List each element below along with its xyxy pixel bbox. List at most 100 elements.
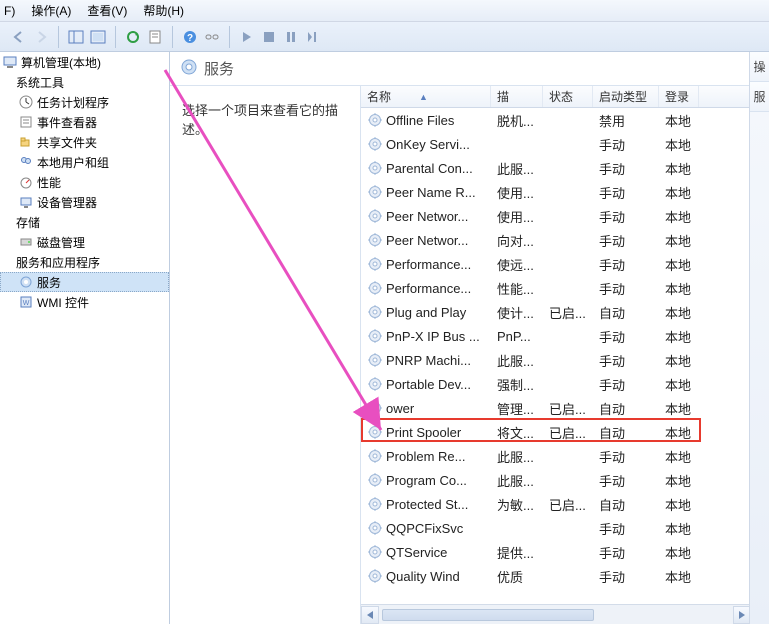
service-row[interactable]: Peer Networ...向对...手动本地 <box>361 228 769 252</box>
service-row[interactable]: PnP-X IP Bus ...PnP...手动本地 <box>361 324 769 348</box>
horizontal-scrollbar[interactable] <box>361 604 751 624</box>
menu-help[interactable]: 帮助(H) <box>143 2 184 19</box>
tree-item[interactable]: 服务 <box>0 272 169 292</box>
stop-button[interactable] <box>259 27 279 47</box>
service-icon <box>367 136 383 152</box>
services-list[interactable]: 名称▲ 描 状态 启动类型 登录 Offline Files脱机...禁用本地O… <box>360 86 769 624</box>
action-tab[interactable]: 操 <box>750 52 769 82</box>
export-button[interactable] <box>88 27 108 47</box>
menu-file[interactable]: F) <box>4 4 15 18</box>
services-tab[interactable]: 服 <box>750 82 769 112</box>
action-pane: 操 服 <box>749 52 769 624</box>
gear-icon <box>18 274 34 290</box>
service-start: 手动 <box>593 159 659 178</box>
restart-button[interactable] <box>303 27 323 47</box>
service-logon: 本地 <box>659 159 699 178</box>
service-row[interactable]: ower管理...已启...自动本地 <box>361 396 769 420</box>
navigation-tree[interactable]: 算机管理(本地) 系统工具任务计划程序事件查看器共享文件夹本地用户和组性能设备管… <box>0 52 170 624</box>
service-desc: 使计... <box>491 303 543 322</box>
play-button[interactable] <box>237 27 257 47</box>
service-row[interactable]: Portable Dev...强制...手动本地 <box>361 372 769 396</box>
service-icon <box>367 448 383 464</box>
show-hide-tree-button[interactable] <box>66 27 86 47</box>
service-name: Peer Networ... <box>386 209 468 224</box>
column-status[interactable]: 状态 <box>543 86 593 107</box>
service-start: 手动 <box>593 183 659 202</box>
service-logon: 本地 <box>659 423 699 442</box>
perf-icon <box>18 174 34 190</box>
tree-item[interactable]: 性能 <box>0 172 169 192</box>
service-name: Print Spooler <box>386 425 461 440</box>
service-icon <box>367 352 383 368</box>
service-row[interactable]: Parental Con...此服...手动本地 <box>361 156 769 180</box>
menu-action[interactable]: 操作(A) <box>31 2 71 19</box>
tree-group[interactable]: 服务和应用程序 <box>0 252 169 272</box>
forward-button[interactable] <box>31 27 51 47</box>
refresh-button[interactable] <box>123 27 143 47</box>
device-icon <box>18 194 34 210</box>
tree-item[interactable]: 本地用户和组 <box>0 152 169 172</box>
service-row[interactable]: Problem Re...此服...手动本地 <box>361 444 769 468</box>
service-start: 手动 <box>593 543 659 562</box>
column-headers[interactable]: 名称▲ 描 状态 启动类型 登录 <box>361 86 769 108</box>
service-row[interactable]: Offline Files脱机...禁用本地 <box>361 108 769 132</box>
tree-item-label: 事件查看器 <box>37 114 97 131</box>
service-logon: 本地 <box>659 447 699 466</box>
column-startup-type[interactable]: 启动类型 <box>593 86 659 107</box>
tree-group[interactable]: 存储 <box>0 212 169 232</box>
tree-item[interactable]: 磁盘管理 <box>0 232 169 252</box>
tree-item[interactable]: 设备管理器 <box>0 192 169 212</box>
service-row[interactable]: Quality Wind优质手动本地 <box>361 564 769 588</box>
share-icon <box>18 134 34 150</box>
service-start: 手动 <box>593 231 659 250</box>
service-name: PnP-X IP Bus ... <box>386 329 480 344</box>
tree-root[interactable]: 算机管理(本地) <box>0 52 169 72</box>
service-row[interactable]: Plug and Play使计...已启...自动本地 <box>361 300 769 324</box>
service-icon <box>367 304 383 320</box>
service-row[interactable]: OnKey Servi...手动本地 <box>361 132 769 156</box>
tree-group-label: 存储 <box>16 214 40 231</box>
tree-item[interactable]: WWMI 控件 <box>0 292 169 312</box>
scroll-thumb-h[interactable] <box>382 609 594 621</box>
tree-item[interactable]: 共享文件夹 <box>0 132 169 152</box>
service-row[interactable]: Program Co...此服...手动本地 <box>361 468 769 492</box>
service-logon: 本地 <box>659 375 699 394</box>
service-desc: 提供... <box>491 543 543 562</box>
service-icon <box>367 400 383 416</box>
service-logon: 本地 <box>659 327 699 346</box>
service-row[interactable]: Print Spooler将文...已启...自动本地 <box>361 420 769 444</box>
service-row[interactable]: PNRP Machi...此服...手动本地 <box>361 348 769 372</box>
service-start: 手动 <box>593 207 659 226</box>
help-button[interactable]: ? <box>180 27 200 47</box>
properties-button[interactable] <box>145 27 165 47</box>
menu-view[interactable]: 查看(V) <box>87 2 127 19</box>
service-name: PNRP Machi... <box>386 353 471 368</box>
column-description[interactable]: 描 <box>491 86 543 107</box>
tree-item[interactable]: 事件查看器 <box>0 112 169 132</box>
service-row[interactable]: Performance...使远...手动本地 <box>361 252 769 276</box>
tree-item[interactable]: 任务计划程序 <box>0 92 169 112</box>
column-name[interactable]: 名称▲ <box>361 86 491 107</box>
service-icon <box>367 160 383 176</box>
service-row[interactable]: Performance...性能...手动本地 <box>361 276 769 300</box>
tree-group[interactable]: 系统工具 <box>0 72 169 92</box>
service-row[interactable]: Peer Name R...使用...手动本地 <box>361 180 769 204</box>
scroll-left-button[interactable] <box>361 606 379 624</box>
service-logon: 本地 <box>659 567 699 586</box>
back-button[interactable] <box>9 27 29 47</box>
service-row[interactable]: Peer Networ...使用...手动本地 <box>361 204 769 228</box>
service-status: 已启... <box>543 495 593 514</box>
service-name: QTService <box>386 545 447 560</box>
tree-item-label: WMI 控件 <box>37 294 89 311</box>
service-row[interactable]: Protected St...为敏...已启...自动本地 <box>361 492 769 516</box>
link-button[interactable] <box>202 27 222 47</box>
service-row[interactable]: QQPCFixSvc手动本地 <box>361 516 769 540</box>
service-name: QQPCFixSvc <box>386 521 463 536</box>
pause-button[interactable] <box>281 27 301 47</box>
tree-item-label: 性能 <box>37 174 61 191</box>
service-start: 手动 <box>593 471 659 490</box>
service-start: 手动 <box>593 279 659 298</box>
service-row[interactable]: QTService提供...手动本地 <box>361 540 769 564</box>
sort-ascending-icon: ▲ <box>419 92 428 102</box>
column-logon[interactable]: 登录 <box>659 86 699 107</box>
